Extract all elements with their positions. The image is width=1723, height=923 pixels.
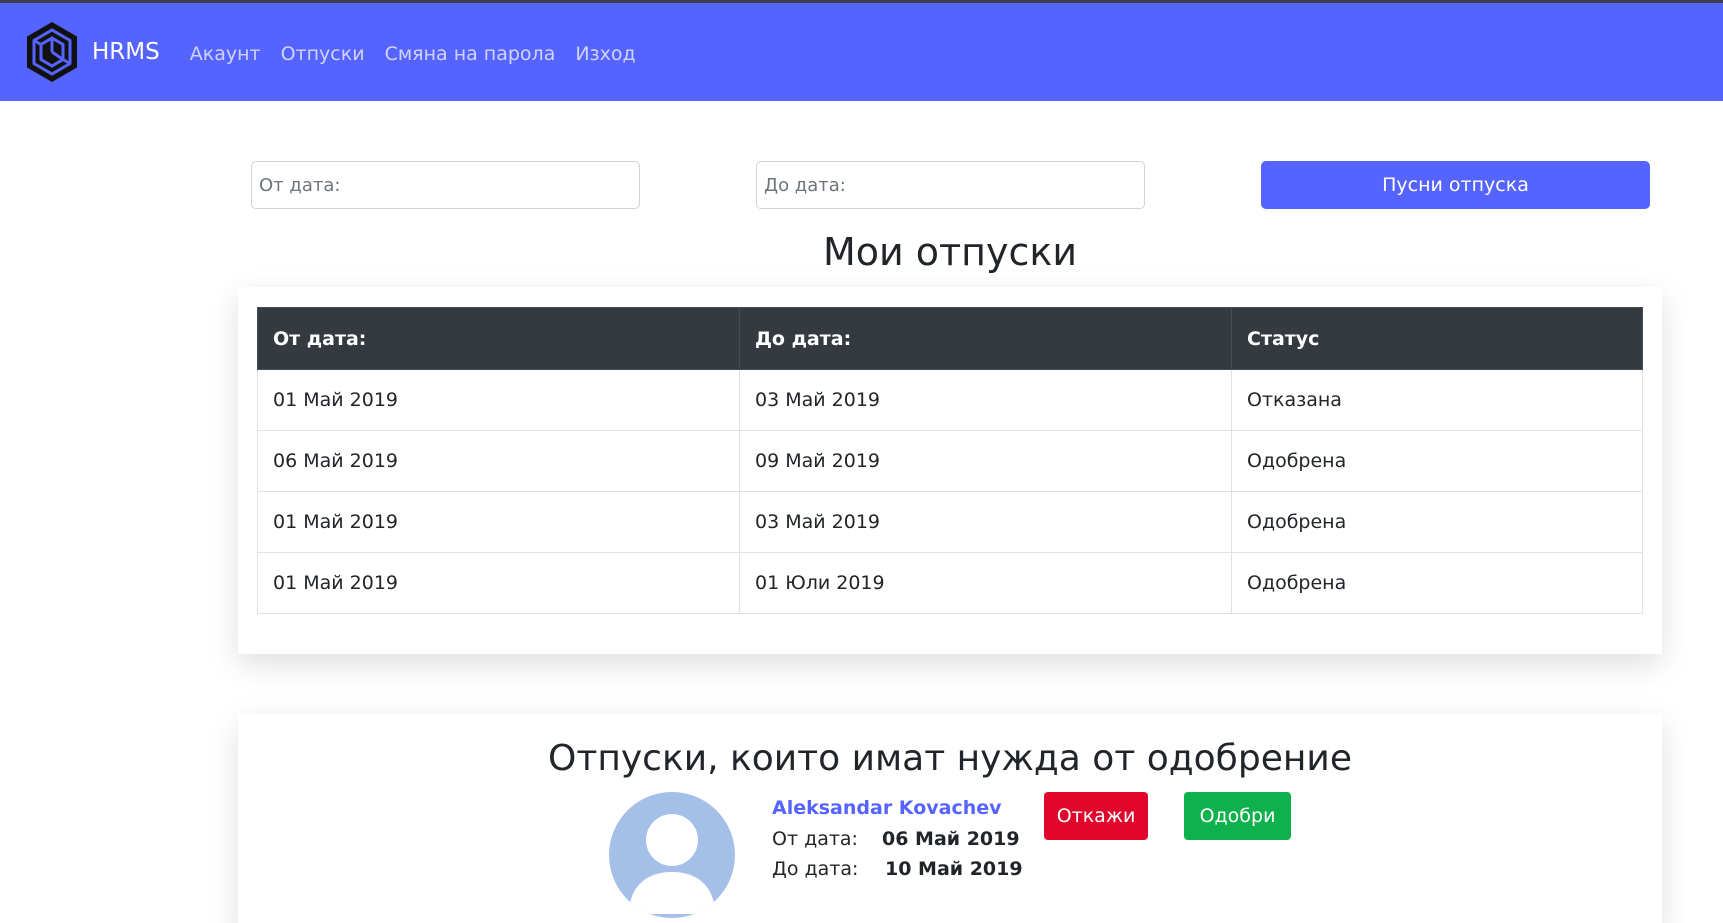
reject-button[interactable]: Откажи (1044, 792, 1148, 840)
pending-approvals-card: Отпуски, които имат нужда от одобрение A… (238, 714, 1662, 923)
cell-status: Одобрена (1231, 491, 1643, 553)
table-row: 01 Май 2019 03 Май 2019 Одобрена (257, 491, 1643, 553)
nav-link-logout[interactable]: Изход (575, 43, 635, 65)
approve-button[interactable]: Одобри (1184, 792, 1291, 840)
cell-to-date: 03 Май 2019 (739, 369, 1232, 431)
nav-links: Акаунт Отпуски Смяна на парола Изход (190, 43, 656, 65)
table-row: 01 Май 2019 03 Май 2019 Отказана (257, 369, 1643, 431)
nav-link-leaves[interactable]: Отпуски (281, 43, 365, 65)
cell-from-date: 01 Май 2019 (257, 552, 740, 614)
table-header-row: От дата: До дата: Статус (257, 307, 1643, 370)
my-leaves-card: От дата: До дата: Статус 01 Май 2019 03 … (238, 287, 1662, 654)
user-avatar-icon (609, 792, 735, 918)
column-header-from: От дата: (257, 307, 740, 370)
cell-from-date: 06 Май 2019 (257, 430, 740, 492)
brand-name: HRMS (92, 39, 160, 65)
cell-from-date: 01 Май 2019 (257, 369, 740, 431)
brand[interactable]: HRMS (22, 20, 160, 84)
pending-approvals-title: Отпуски, които имат нужда от одобрение (548, 738, 1352, 779)
cell-status: Одобрена (1231, 430, 1643, 492)
my-leaves-title: Мои отпуски (822, 230, 1078, 274)
hrms-logo-icon (22, 20, 82, 84)
pending-to-value: 10 Май 2019 (885, 858, 1023, 880)
cell-to-date: 01 Юли 2019 (739, 552, 1232, 614)
table-row: 01 Май 2019 01 Юли 2019 Одобрена (257, 552, 1643, 614)
column-header-to: До дата: (739, 307, 1232, 370)
from-date-input[interactable] (251, 161, 640, 209)
cell-to-date: 03 Май 2019 (739, 491, 1232, 553)
nav-link-change-password[interactable]: Смяна на парола (385, 43, 556, 65)
nav-link-account[interactable]: Акаунт (190, 43, 261, 65)
pending-from-value: 06 Май 2019 (882, 828, 1020, 850)
cell-to-date: 09 Май 2019 (739, 430, 1232, 492)
cell-from-date: 01 Май 2019 (257, 491, 740, 553)
cell-status: Одобрена (1231, 552, 1643, 614)
pending-to-label: До дата: (772, 858, 859, 880)
top-navbar: HRMS Акаунт Отпуски Смяна на парола Изхо… (0, 3, 1723, 101)
employee-name-link[interactable]: Aleksandar Kovachev (772, 797, 1002, 819)
column-header-status: Статус (1231, 307, 1643, 370)
submit-leave-button[interactable]: Пусни отпуска (1261, 161, 1650, 209)
my-leaves-table: От дата: До дата: Статус 01 Май 2019 03 … (257, 307, 1643, 614)
to-date-input[interactable] (756, 161, 1145, 209)
table-row: 06 Май 2019 09 Май 2019 Одобрена (257, 430, 1643, 492)
cell-status: Отказана (1231, 369, 1643, 431)
pending-from-label: От дата: (772, 828, 858, 850)
